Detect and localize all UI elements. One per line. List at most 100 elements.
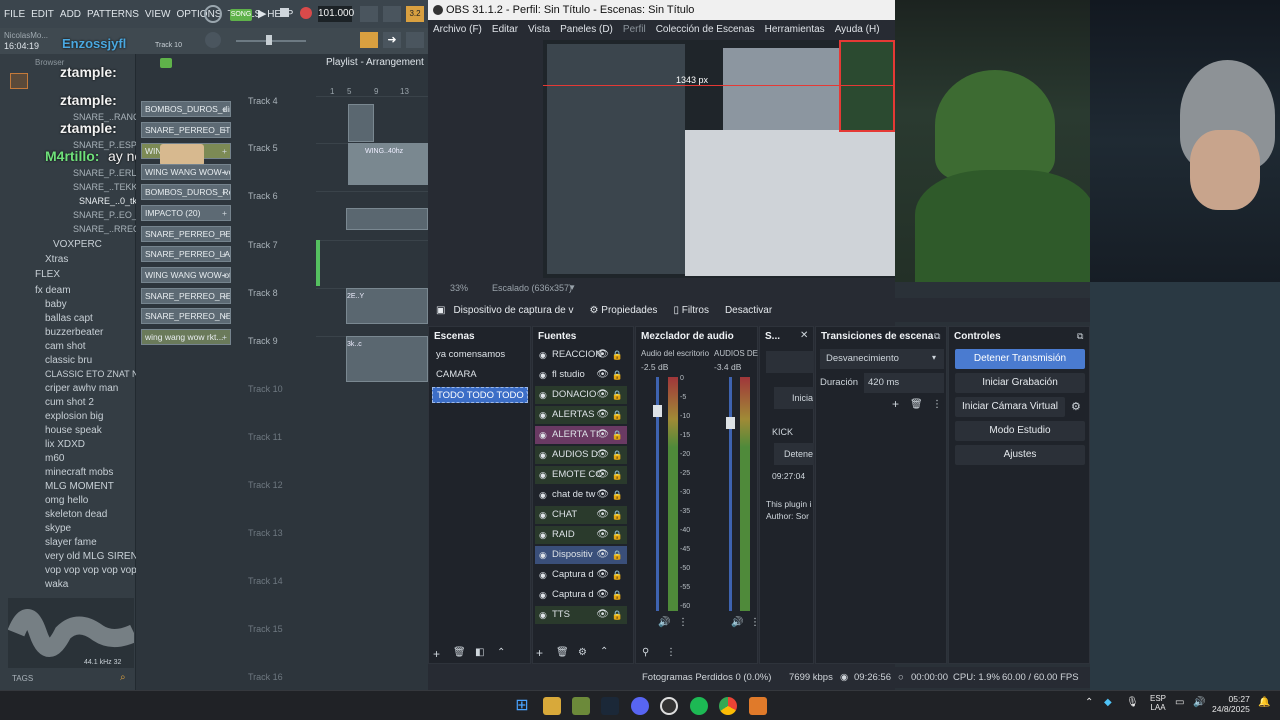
channel-button[interactable]: SNARE_PERREO_NEON bbox=[141, 308, 231, 324]
browser-file[interactable]: MLG MOMENT bbox=[45, 481, 114, 492]
steam-icon[interactable] bbox=[601, 697, 619, 715]
play-icon[interactable]: ▶ bbox=[258, 7, 266, 20]
browser-file[interactable]: baby bbox=[45, 299, 67, 310]
microphone-icon[interactable]: 🎙 bbox=[1126, 697, 1139, 708]
menu-editar[interactable]: Editar bbox=[492, 24, 518, 35]
menu-archivo[interactable]: Archivo (F) bbox=[433, 24, 482, 35]
record-icon[interactable] bbox=[300, 7, 312, 19]
menu-vista[interactable]: Vista bbox=[528, 24, 550, 35]
lock-icon[interactable]: 🔒 bbox=[612, 406, 623, 424]
zoom-level[interactable]: 33% bbox=[450, 283, 468, 293]
channel-button[interactable]: SNARE_PERREO_RES... bbox=[141, 288, 231, 304]
eye-icon[interactable]: 👁 bbox=[596, 446, 609, 464]
eye-icon[interactable]: 👁 bbox=[596, 506, 609, 524]
browser-file[interactable]: vop vop vop vop vop bbox=[45, 565, 137, 576]
browser-folder-voxperc[interactable]: VOXPERC bbox=[53, 239, 102, 250]
discord-icon[interactable] bbox=[631, 697, 649, 715]
chevron-up-icon[interactable]: ⌃ bbox=[497, 647, 505, 658]
add-source-icon[interactable]: + bbox=[536, 646, 543, 660]
start-virtual-cam-button[interactable]: Iniciar Cámara Virtual bbox=[955, 397, 1065, 417]
source-item[interactable]: ◉ fl studio 👁 🔒 bbox=[535, 366, 627, 384]
menu-herramientas[interactable]: Herramientas bbox=[765, 24, 825, 35]
gear-icon[interactable]: ⚙ bbox=[1071, 400, 1081, 413]
source-item[interactable]: ◉ Captura d 👁 🔒 bbox=[535, 586, 627, 604]
source-item[interactable]: ◉ ALERTA TI 👁 🔒 bbox=[535, 426, 627, 444]
channel-button[interactable]: wing wang wow rkt... bbox=[141, 329, 231, 345]
lock-icon[interactable]: 🔒 bbox=[612, 466, 623, 484]
browser-file[interactable]: minecraft mobs bbox=[45, 467, 113, 478]
volume-handle[interactable] bbox=[726, 417, 735, 429]
chevron-down-icon[interactable]: ▾ bbox=[570, 282, 575, 293]
lock-icon[interactable]: 🔒 bbox=[612, 386, 623, 404]
deactivate-button[interactable]: Desactivar bbox=[725, 305, 772, 316]
eye-icon[interactable]: 👁 bbox=[596, 606, 609, 624]
browser-file[interactable]: buzzerbeater bbox=[45, 327, 103, 338]
lock-icon[interactable]: 🔒 bbox=[612, 546, 623, 564]
kebab-icon[interactable]: ⋮ bbox=[932, 399, 942, 410]
obs-icon[interactable] bbox=[660, 697, 678, 715]
lock-icon[interactable]: 🔒 bbox=[612, 566, 623, 584]
obs-preview-canvas[interactable]: 1343 px bbox=[543, 40, 895, 278]
lock-icon[interactable]: 🔒 bbox=[612, 606, 623, 624]
browser-file[interactable]: ballas capt bbox=[45, 313, 93, 324]
menu-edit[interactable]: EDIT bbox=[31, 9, 54, 20]
cpu-dial-icon[interactable] bbox=[204, 5, 222, 23]
add-transition-icon[interactable]: + bbox=[892, 397, 899, 411]
menu-add[interactable]: ADD bbox=[60, 9, 81, 20]
menu-paneles[interactable]: Paneles (D) bbox=[560, 24, 613, 35]
volume-icon[interactable]: 🔊 bbox=[1193, 697, 1205, 708]
menu-ayuda[interactable]: Ayuda (H) bbox=[835, 24, 880, 35]
stop-icon[interactable] bbox=[280, 8, 289, 17]
plugin-start-button[interactable]: Inicia bbox=[774, 387, 814, 409]
source-item[interactable]: ◉ AUDIOS D 👁 🔒 bbox=[535, 446, 627, 464]
pattern-counter[interactable]: 3.2 bbox=[406, 6, 424, 22]
song-mode-toggle[interactable]: SONG bbox=[230, 9, 252, 21]
channel-button[interactable]: BOMBOS_DUROS_Reg... bbox=[141, 184, 231, 200]
browser-file[interactable]: criper awhv man bbox=[45, 383, 118, 394]
eye-icon[interactable]: 👁 bbox=[596, 406, 609, 424]
browser-file[interactable]: m60 bbox=[45, 453, 64, 464]
language-indicator[interactable]: ESP LAA bbox=[1150, 694, 1166, 712]
plugin-stop-button[interactable]: Detene bbox=[774, 443, 814, 465]
clock[interactable]: 05:27 24/8/2025 bbox=[1212, 694, 1250, 714]
browser-file[interactable]: skeleton dead bbox=[45, 509, 107, 520]
dock-float-icon[interactable]: ⧉ bbox=[934, 331, 940, 342]
lock-icon[interactable]: 🔒 bbox=[612, 426, 623, 444]
chrome-icon[interactable] bbox=[719, 697, 737, 715]
source-item[interactable]: ◉ ALERTAS 👁 🔒 bbox=[535, 406, 627, 424]
channel-button[interactable]: SNARE_PERREO_LA C... bbox=[141, 246, 231, 262]
channel-button[interactable]: BOMBOS_DUROS_dirty bbox=[141, 101, 231, 117]
search-icon[interactable]: ⌕ bbox=[120, 672, 126, 683]
channel-button[interactable]: IMPACTO (20) bbox=[141, 205, 231, 221]
lock-icon[interactable]: 🔒 bbox=[612, 506, 623, 524]
magnet-icon[interactable] bbox=[160, 58, 172, 68]
source-item[interactable]: ◉ TTS 👁 🔒 bbox=[535, 606, 627, 624]
browser-file[interactable]: lix XDXD bbox=[45, 439, 85, 450]
browser-file[interactable]: slayer fame bbox=[45, 537, 97, 548]
close-icon[interactable]: ✕ bbox=[800, 330, 808, 341]
filters-button[interactable]: ▯ Filtros bbox=[673, 305, 709, 316]
browser-folder-flex[interactable]: FLEX bbox=[35, 269, 60, 280]
transition-select[interactable]: Desvanecimiento bbox=[820, 349, 944, 369]
browser-file[interactable]: cam shot bbox=[45, 341, 86, 352]
start-recording-button[interactable]: Iniciar Grabación bbox=[955, 373, 1085, 393]
volume-slider[interactable] bbox=[729, 377, 732, 611]
browser-file[interactable]: cum shot 2 bbox=[45, 397, 94, 408]
audio-clip[interactable]: 3k..c bbox=[346, 336, 428, 382]
browser-file[interactable]: classic bru bbox=[45, 355, 92, 366]
menu-patterns[interactable]: PATTERNS bbox=[87, 9, 139, 20]
lock-icon[interactable]: 🔒 bbox=[612, 446, 623, 464]
scene-item-selected[interactable]: TODO TODO TODO TOD bbox=[432, 387, 528, 403]
eye-icon[interactable]: 👁 bbox=[596, 566, 609, 584]
link-icon[interactable]: ⚲ bbox=[642, 647, 649, 658]
audio-clip[interactable]: WING..40hz bbox=[348, 143, 428, 185]
source-item[interactable]: ◉ Captura d 👁 🔒 bbox=[535, 566, 627, 584]
eye-icon[interactable]: 👁 bbox=[596, 386, 609, 404]
eye-icon[interactable]: 👁 bbox=[596, 366, 609, 384]
kebab-icon[interactable]: ⋮ bbox=[678, 617, 688, 628]
browser-folder-fx-deam[interactable]: fx deam bbox=[35, 285, 71, 296]
arrow-right-icon[interactable]: ➜ bbox=[383, 32, 401, 48]
fl-studio-icon[interactable] bbox=[572, 697, 590, 715]
view-icon[interactable] bbox=[406, 32, 424, 48]
source-item[interactable]: ◉ Dispositiv 👁 🔒 bbox=[535, 546, 627, 564]
